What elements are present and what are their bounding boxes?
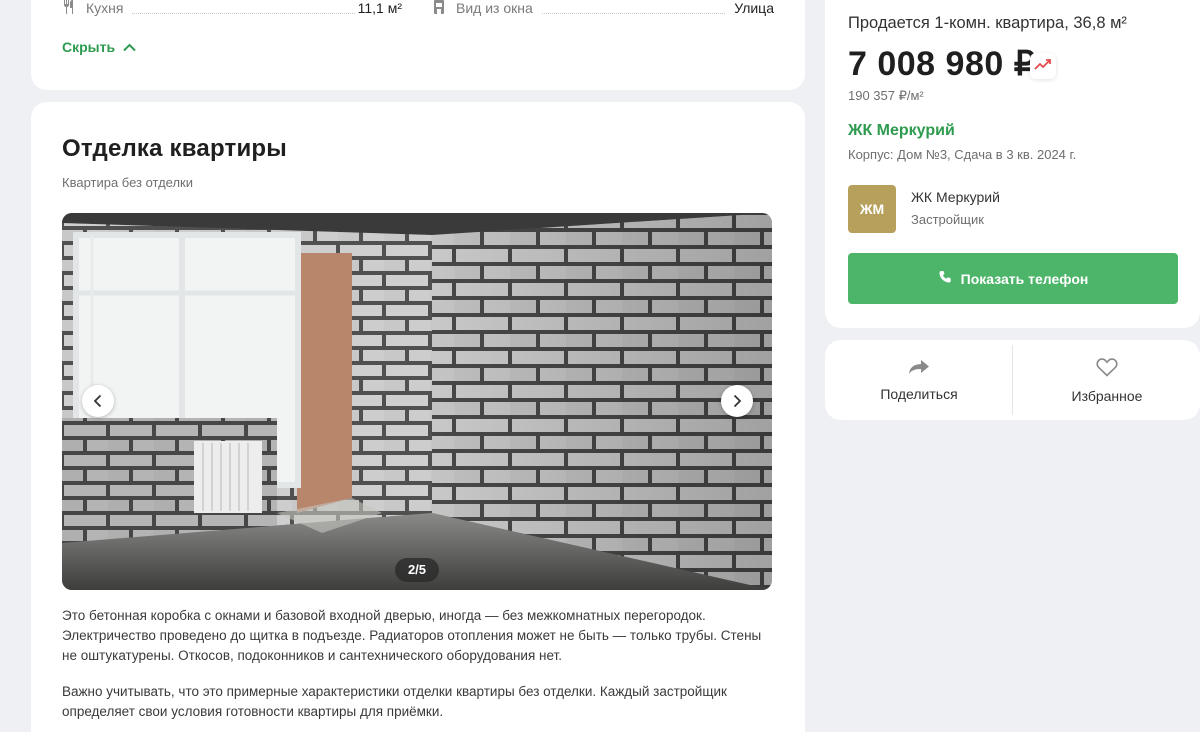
- dotted-leader: [132, 13, 355, 14]
- spec-value: Улица: [734, 0, 774, 16]
- developer-logo[interactable]: ЖМ: [848, 185, 896, 233]
- apartment-photo: [62, 213, 772, 590]
- show-phone-button[interactable]: Показать телефон: [848, 253, 1178, 304]
- fork-knife-icon: [62, 0, 76, 14]
- gallery-next-button[interactable]: [721, 385, 753, 417]
- section-subtitle: Квартира без отделки: [62, 175, 193, 190]
- favorite-button[interactable]: Избранное: [1014, 345, 1200, 415]
- spec-value: 11,1 м²: [357, 0, 402, 16]
- trend-up-icon: [1034, 57, 1052, 75]
- developer-name[interactable]: ЖК Меркурий: [911, 189, 1000, 205]
- specs-row: Кухня 11,1 м² Вид из окна Улица: [62, 0, 774, 18]
- phone-icon: [938, 270, 952, 287]
- spec-label: Кухня: [86, 0, 124, 16]
- building-icon: [432, 0, 446, 14]
- chevron-left-icon: [93, 394, 103, 408]
- share-label: Поделиться: [880, 385, 958, 402]
- chevron-up-icon: [123, 39, 136, 55]
- finish-description: Это бетонная коробка с окнами и базовой …: [62, 608, 762, 663]
- price-trend-button[interactable]: [1030, 53, 1056, 79]
- share-arrow-icon: [908, 359, 930, 380]
- hide-link[interactable]: Скрыть: [62, 39, 136, 55]
- complex-info: Корпус: Дом №3, Сдача в 3 кв. 2024 г.: [848, 147, 1077, 162]
- chevron-right-icon: [732, 394, 742, 408]
- complex-link[interactable]: ЖК Меркурий: [848, 122, 955, 140]
- divider: [1012, 345, 1013, 415]
- spec-view: Вид из окна Улица: [432, 0, 774, 18]
- developer-role: Застройщик: [911, 212, 984, 227]
- listing-title: Продается 1-комн. квартира, 36,8 м²: [848, 14, 1127, 32]
- gallery-prev-button[interactable]: [82, 385, 114, 417]
- spec-label: Вид из окна: [456, 0, 533, 16]
- photo-gallery[interactable]: 2/5: [62, 213, 772, 590]
- gallery-counter: 2/5: [395, 558, 439, 582]
- favorite-label: Избранное: [1071, 387, 1143, 404]
- share-button[interactable]: Поделиться: [825, 345, 1013, 415]
- price-per-meter: 190 357 ₽/м²: [848, 88, 924, 103]
- show-phone-label: Показать телефон: [960, 270, 1089, 287]
- hide-link-label: Скрыть: [62, 39, 116, 55]
- finish-note: Важно учитывать, что это примерные харак…: [62, 684, 727, 719]
- dotted-leader: [542, 13, 725, 14]
- section-title: Отделка квартиры: [62, 135, 287, 162]
- heart-icon: [1096, 357, 1118, 382]
- price: 7 008 980 ₽: [848, 45, 1036, 83]
- spec-kitchen: Кухня 11,1 м²: [62, 0, 402, 18]
